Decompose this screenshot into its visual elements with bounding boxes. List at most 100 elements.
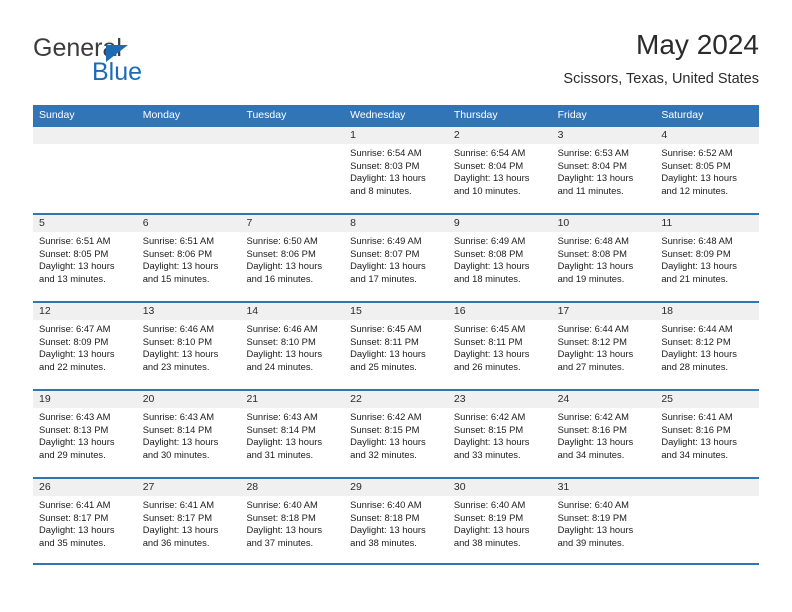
daylight-text-line2: and 32 minutes. — [350, 448, 417, 460]
day-sun-info: Sunrise: 6:52 AM Sunset: 8:05 PM Daylight:… — [655, 144, 759, 197]
calendar-day-cell[interactable]: 4 Sunrise: 6:52 AM Sunset: 8:05 PM Daylight… — [655, 127, 760, 213]
daylight-text-line2: and 26 minutes. — [453, 360, 521, 372]
calendar-day-cell[interactable]: 1 Sunrise: 6:54 AM Sunset: 8:03 PM Daylight… — [344, 127, 448, 213]
sunrise-text: Sunrise: 6:51 AM — [39, 235, 111, 246]
sunset-text: Sunset: 8:12 PM — [661, 335, 731, 347]
day-number: 14 — [240, 303, 345, 320]
calendar-day-cell[interactable]: 16 Sunrise: 6:45 AM Sunset: 8:11 PM Dayligh… — [447, 303, 552, 389]
day-sun-info: Sunrise: 6:43 AM Sunset: 8:14 PM Daylight:… — [137, 408, 241, 461]
calendar-day-cell[interactable]: 30 Sunrise: 6:40 AM Sunset: 8:19 PM Dayligh… — [447, 479, 552, 563]
sunset-text: Sunset: 8:11 PM — [453, 335, 523, 347]
day-sun-info: Sunrise: 6:46 AM Sunset: 8:10 PM Daylight:… — [240, 320, 344, 373]
day-number: 7 — [240, 215, 345, 232]
sunrise-text: Sunrise: 6:54 AM — [453, 147, 526, 158]
sunrise-text: Sunrise: 6:42 AM — [350, 411, 422, 422]
daylight-text-line1: Daylight: 13 hours — [142, 524, 219, 536]
sunrise-text: Sunrise: 6:44 AM — [661, 323, 733, 334]
calendar-day-cell[interactable]: 28 Sunrise: 6:40 AM Sunset: 8:18 PM Dayligh… — [240, 479, 345, 563]
day-sun-info: Sunrise: 6:48 AM Sunset: 8:09 PM Daylight:… — [655, 232, 759, 285]
day-number: 21 — [240, 391, 345, 408]
brand-logo[interactable]: General Blue — [33, 34, 273, 88]
daylight-text-line2: and 11 minutes. — [557, 184, 624, 196]
calendar-day-cell[interactable]: 17 Sunrise: 6:44 AM Sunset: 8:12 PM Dayligh… — [551, 303, 656, 389]
sunset-text: Sunset: 8:15 PM — [453, 423, 524, 435]
daylight-text-line1: Daylight: 13 hours — [557, 260, 634, 272]
daylight-text-line2: and 30 minutes. — [142, 448, 210, 460]
day-number: 15 — [344, 303, 448, 320]
calendar-day-cell[interactable]: 12 Sunrise: 6:47 AM Sunset: 8:09 PM Dayligh… — [33, 303, 137, 389]
day-sun-info: Sunrise: 6:49 AM Sunset: 8:07 PM Daylight:… — [344, 232, 448, 285]
daylight-text-line1: Daylight: 13 hours — [246, 436, 323, 448]
day-number: 11 — [655, 215, 760, 232]
day-number: 23 — [447, 391, 552, 408]
daylight-text-line1: Daylight: 13 hours — [661, 172, 737, 184]
day-sun-info: Sunrise: 6:43 AM Sunset: 8:13 PM Daylight:… — [33, 408, 137, 461]
day-sun-info: Sunrise: 6:40 AM Sunset: 8:19 PM Daylight:… — [552, 496, 656, 549]
sunset-text: Sunset: 8:03 PM — [350, 159, 420, 171]
calendar-day-cell[interactable]: 8 Sunrise: 6:49 AM Sunset: 8:07 PM Daylight… — [344, 215, 448, 301]
calendar-day-cell-empty — [655, 479, 760, 563]
calendar-day-cell[interactable]: 21 Sunrise: 6:43 AM Sunset: 8:14 PM Dayligh… — [240, 391, 345, 477]
calendar-day-cell[interactable]: 18 Sunrise: 6:44 AM Sunset: 8:12 PM Dayligh… — [655, 303, 760, 389]
calendar-day-cell[interactable]: 9 Sunrise: 6:49 AM Sunset: 8:08 PM Daylight… — [447, 215, 552, 301]
calendar-day-cell[interactable]: 19 Sunrise: 6:43 AM Sunset: 8:13 PM Dayligh… — [33, 391, 137, 477]
sunset-text: Sunset: 8:10 PM — [246, 335, 316, 347]
calendar-day-cell[interactable]: 13 Sunrise: 6:46 AM Sunset: 8:10 PM Dayligh… — [136, 303, 241, 389]
day-sun-info: Sunrise: 6:40 AM Sunset: 8:19 PM Daylight:… — [448, 496, 552, 549]
calendar-day-cell[interactable]: 29 Sunrise: 6:40 AM Sunset: 8:18 PM Dayligh… — [344, 479, 448, 563]
day-number: 31 — [551, 479, 656, 496]
sunrise-text: Sunrise: 6:41 AM — [661, 411, 733, 422]
day-sun-info: Sunrise: 6:44 AM Sunset: 8:12 PM Daylight:… — [552, 320, 656, 373]
sunset-text: Sunset: 8:16 PM — [661, 423, 731, 435]
daylight-text-line1: Daylight: 13 hours — [661, 436, 737, 448]
sunset-text: Sunset: 8:06 PM — [246, 247, 316, 259]
daylight-text-line2: and 12 minutes. — [661, 184, 729, 196]
title-block: May 2024 Scissors, Texas, United States — [563, 28, 759, 90]
sunset-text: Sunset: 8:16 PM — [557, 423, 627, 435]
calendar-week-row: 5 Sunrise: 6:51 AM Sunset: 8:05 PM Daylight… — [33, 213, 760, 301]
calendar-day-cell[interactable]: 7 Sunrise: 6:50 AM Sunset: 8:06 PM Daylight… — [240, 215, 345, 301]
calendar-day-cell[interactable]: 20 Sunrise: 6:43 AM Sunset: 8:14 PM Dayligh… — [136, 391, 241, 477]
daylight-text-line2: and 19 minutes. — [557, 272, 625, 284]
sunrise-text: Sunrise: 6:40 AM — [557, 499, 629, 510]
calendar-day-cell[interactable]: 6 Sunrise: 6:51 AM Sunset: 8:06 PM Daylight… — [136, 215, 241, 301]
daylight-text-line2: and 25 minutes. — [350, 360, 417, 372]
day-number: 19 — [33, 391, 137, 408]
calendar-day-cell[interactable]: 23 Sunrise: 6:42 AM Sunset: 8:15 PM Dayligh… — [447, 391, 552, 477]
sunset-text: Sunset: 8:14 PM — [142, 423, 213, 435]
daylight-text-line1: Daylight: 13 hours — [350, 524, 426, 536]
day-sun-info: Sunrise: 6:42 AM Sunset: 8:15 PM Daylight:… — [344, 408, 448, 461]
sunrise-text: Sunrise: 6:49 AM — [453, 235, 526, 246]
calendar-day-cell[interactable]: 27 Sunrise: 6:41 AM Sunset: 8:17 PM Dayligh… — [136, 479, 241, 563]
calendar-day-cell[interactable]: 5 Sunrise: 6:51 AM Sunset: 8:05 PM Daylight… — [33, 215, 137, 301]
sunset-text: Sunset: 8:04 PM — [453, 159, 524, 171]
calendar-day-cell[interactable]: 26 Sunrise: 6:41 AM Sunset: 8:17 PM Dayligh… — [33, 479, 137, 563]
daylight-text-line2: and 24 minutes. — [246, 360, 314, 372]
calendar-day-cell[interactable]: 14 Sunrise: 6:46 AM Sunset: 8:10 PM Dayligh… — [240, 303, 345, 389]
day-sun-info: Sunrise: 6:46 AM Sunset: 8:10 PM Daylight:… — [137, 320, 241, 373]
sunrise-text: Sunrise: 6:43 AM — [246, 411, 318, 422]
location-subtitle: Scissors, Texas, United States — [563, 71, 759, 87]
calendar-day-cell[interactable]: 3 Sunrise: 6:53 AM Sunset: 8:04 PM Daylight… — [551, 127, 656, 213]
sunset-text: Sunset: 8:06 PM — [142, 247, 213, 259]
day-number: 29 — [344, 479, 448, 496]
daylight-text-line2: and 22 minutes. — [39, 360, 106, 372]
calendar-day-cell[interactable]: 10 Sunrise: 6:48 AM Sunset: 8:08 PM Dayligh… — [551, 215, 656, 301]
calendar-day-cell[interactable]: 22 Sunrise: 6:42 AM Sunset: 8:15 PM Dayligh… — [344, 391, 448, 477]
calendar-day-cell[interactable]: 11 Sunrise: 6:48 AM Sunset: 8:09 PM Dayligh… — [655, 215, 760, 301]
day-sun-info: Sunrise: 6:45 AM Sunset: 8:11 PM Daylight:… — [344, 320, 448, 373]
daylight-text-line1: Daylight: 13 hours — [350, 436, 426, 448]
calendar-day-cell[interactable]: 31 Sunrise: 6:40 AM Sunset: 8:19 PM Dayligh… — [551, 479, 656, 563]
calendar-day-cell[interactable]: 2 Sunrise: 6:54 AM Sunset: 8:04 PM Daylight… — [447, 127, 552, 213]
weekday-header-thursday: Thursday — [453, 109, 498, 121]
calendar-day-cell[interactable]: 24 Sunrise: 6:42 AM Sunset: 8:16 PM Dayligh… — [551, 391, 656, 477]
sunrise-text: Sunrise: 6:48 AM — [661, 235, 733, 246]
day-sun-info: Sunrise: 6:44 AM Sunset: 8:12 PM Daylight:… — [655, 320, 759, 373]
calendar-day-cell[interactable]: 25 Sunrise: 6:41 AM Sunset: 8:16 PM Dayligh… — [655, 391, 760, 477]
sunrise-text: Sunrise: 6:47 AM — [39, 323, 111, 334]
daylight-text-line1: Daylight: 13 hours — [246, 524, 323, 536]
daylight-text-line2: and 17 minutes. — [350, 272, 417, 284]
sunset-text: Sunset: 8:17 PM — [142, 511, 213, 523]
sunrise-text: Sunrise: 6:50 AM — [246, 235, 318, 246]
calendar-day-cell[interactable]: 15 Sunrise: 6:45 AM Sunset: 8:11 PM Dayligh… — [344, 303, 448, 389]
